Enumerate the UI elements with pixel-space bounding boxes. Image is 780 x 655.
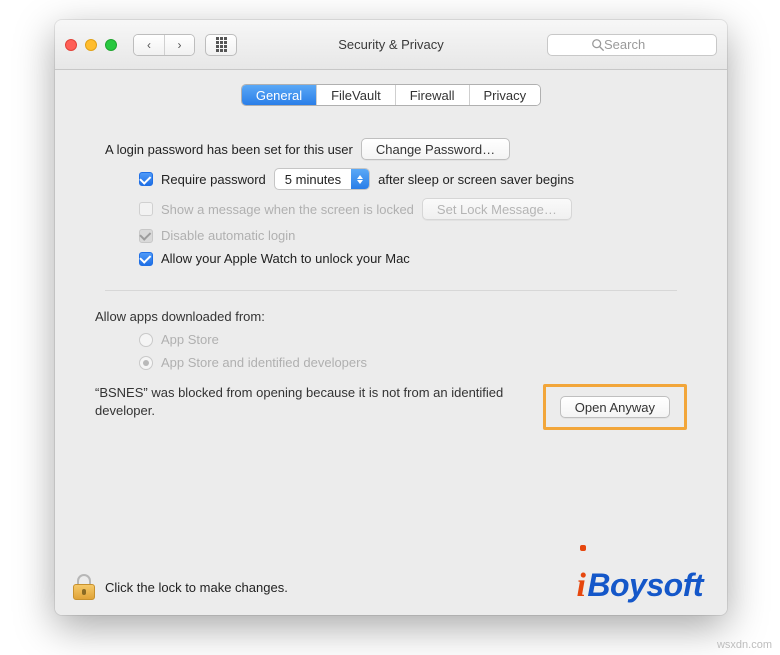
radio-app-store-identified-label: App Store and identified developers xyxy=(161,355,367,370)
divider xyxy=(105,290,677,291)
toolbar: ‹ › Security & Privacy xyxy=(55,20,727,70)
tab-filevault[interactable]: FileVault xyxy=(316,85,395,105)
tab-general[interactable]: General xyxy=(242,85,316,105)
require-password-label: Require password xyxy=(161,172,266,187)
apple-watch-unlock-checkbox[interactable] xyxy=(139,252,153,266)
search-wrap xyxy=(547,34,717,56)
grid-icon xyxy=(216,37,227,52)
apple-watch-unlock-label: Allow your Apple Watch to unlock your Ma… xyxy=(161,251,410,266)
disable-auto-login-label: Disable automatic login xyxy=(161,228,295,243)
set-lock-message-button: Set Lock Message… xyxy=(422,198,572,220)
show-message-label: Show a message when the screen is locked xyxy=(161,202,414,217)
minimize-window-button[interactable] xyxy=(85,39,97,51)
chevron-right-icon: › xyxy=(178,38,182,52)
allow-apps-title: Allow apps downloaded from: xyxy=(95,309,687,324)
require-password-checkbox[interactable] xyxy=(139,172,153,186)
show-message-checkbox[interactable] xyxy=(139,202,153,216)
require-password-delay-value: 5 minutes xyxy=(275,172,351,187)
nav-back-forward: ‹ › xyxy=(133,34,195,56)
require-password-delay-select[interactable]: 5 minutes xyxy=(274,168,370,190)
radio-app-store xyxy=(139,333,153,347)
open-anyway-highlight: Open Anyway xyxy=(543,384,687,430)
change-password-button[interactable]: Change Password… xyxy=(361,138,510,160)
blocked-app-message: “BSNES” was blocked from opening because… xyxy=(95,384,529,419)
tab-firewall[interactable]: Firewall xyxy=(395,85,469,105)
watermark: wsxdn.com xyxy=(717,639,772,651)
tab-privacy[interactable]: Privacy xyxy=(469,85,541,105)
zoom-window-button[interactable] xyxy=(105,39,117,51)
window-controls xyxy=(65,39,117,51)
tabs-row: General FileVault Firewall Privacy xyxy=(55,70,727,106)
lock-icon[interactable] xyxy=(73,574,95,600)
chevron-left-icon: ‹ xyxy=(147,38,151,52)
brand-rest: Boysoft xyxy=(587,567,703,604)
tabs: General FileVault Firewall Privacy xyxy=(241,84,541,106)
require-password-suffix: after sleep or screen saver begins xyxy=(378,172,574,187)
search-input[interactable] xyxy=(547,34,717,56)
brand-logo: iBoysoft xyxy=(576,567,703,605)
security-privacy-window: ‹ › Security & Privacy General FileVault… xyxy=(55,20,727,615)
disable-auto-login-checkbox[interactable] xyxy=(139,229,153,243)
radio-app-store-label: App Store xyxy=(161,332,219,347)
general-panel: A login password has been set for this u… xyxy=(71,118,711,444)
show-all-button[interactable] xyxy=(205,34,237,56)
forward-button[interactable]: › xyxy=(164,35,194,55)
brand-i: i xyxy=(576,567,585,605)
lockbar: Click the lock to make changes. iBoysoft xyxy=(55,559,727,615)
lock-message: Click the lock to make changes. xyxy=(105,580,288,595)
back-button[interactable]: ‹ xyxy=(134,35,164,55)
login-password-label: A login password has been set for this u… xyxy=(105,142,353,157)
stepper-arrows-icon xyxy=(351,169,369,189)
radio-app-store-identified xyxy=(139,356,153,370)
open-anyway-button[interactable]: Open Anyway xyxy=(560,396,670,418)
close-window-button[interactable] xyxy=(65,39,77,51)
